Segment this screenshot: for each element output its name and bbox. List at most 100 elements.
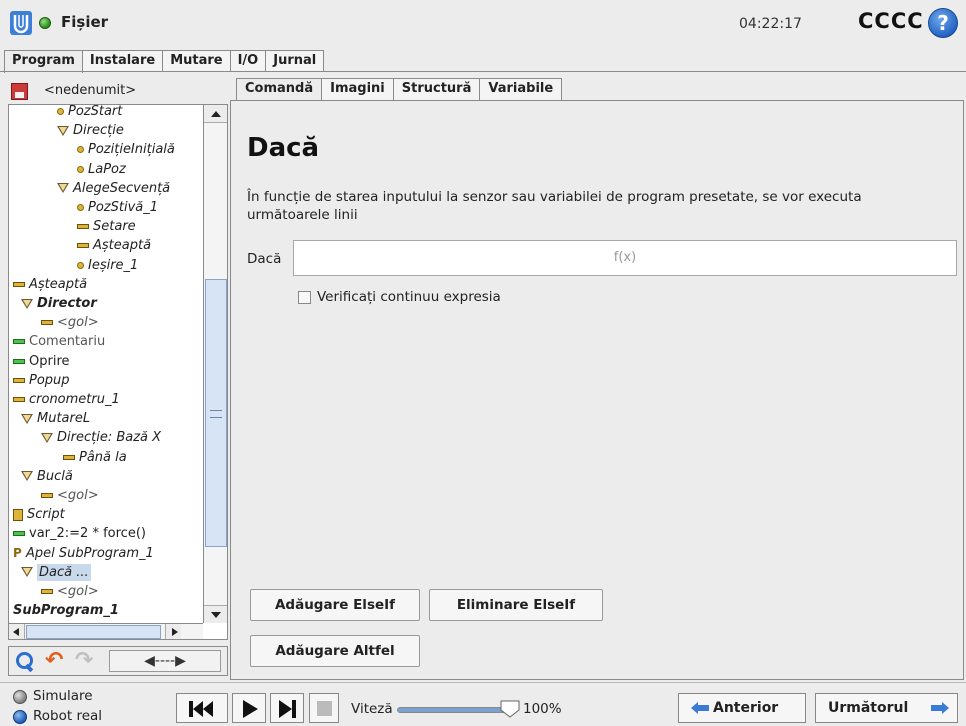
- tree-node[interactable]: AlegeSecvență: [57, 180, 170, 197]
- speed-label: Viteză: [351, 701, 393, 717]
- arrow-left-icon: [691, 702, 709, 714]
- tree-node[interactable]: Direcție: Bază X: [41, 429, 161, 446]
- tree-node[interactable]: Direcție: [57, 122, 124, 139]
- folder-icon: [21, 298, 33, 309]
- tree-node[interactable]: LaPoz: [77, 161, 126, 178]
- tab-structure[interactable]: Structură: [392, 78, 481, 100]
- speed-slider-handle[interactable]: [500, 700, 520, 718]
- tab-graphics[interactable]: Imagini: [321, 78, 394, 100]
- tree-node[interactable]: Popup: [13, 372, 70, 389]
- horizontal-scroll-thumb[interactable]: [26, 625, 161, 639]
- folder-icon: [57, 183, 69, 194]
- scroll-up-icon[interactable]: [204, 105, 227, 123]
- add-else-button[interactable]: Adăugare Altfel: [250, 635, 420, 667]
- previous-button[interactable]: Anterior: [678, 693, 806, 723]
- real-robot-label[interactable]: Robot real: [33, 708, 102, 724]
- folder-icon: [57, 125, 69, 136]
- file-menu[interactable]: Fișier: [61, 13, 108, 31]
- tree-node-label: Setare: [93, 219, 136, 235]
- scroll-down-icon[interactable]: [204, 605, 227, 623]
- tree-node-label: <gol>: [57, 315, 99, 331]
- command-description: În funcție de starea inputului la senzor…: [247, 189, 862, 223]
- stop-button[interactable]: [309, 693, 339, 723]
- tree-node[interactable]: SubProgram_1: [13, 602, 119, 619]
- rewind-button[interactable]: [176, 693, 228, 723]
- tab-installation[interactable]: Instalare: [81, 50, 164, 72]
- tree-node[interactable]: Script: [13, 506, 65, 523]
- tree-node[interactable]: <gol>: [41, 314, 99, 331]
- folder-icon: [41, 432, 53, 443]
- move-node-button[interactable]: ◀----▶: [109, 650, 221, 672]
- help-icon[interactable]: ?: [928, 8, 958, 38]
- previous-label: Anterior: [713, 700, 779, 716]
- tab-log[interactable]: Jurnal: [265, 50, 325, 72]
- tree-node[interactable]: Setare: [77, 218, 136, 235]
- command-icon: [63, 454, 75, 460]
- tree-node[interactable]: Ieșire_1: [77, 257, 138, 274]
- tree-node-label: LaPoz: [88, 161, 126, 177]
- tree-node[interactable]: PozStart: [57, 105, 122, 120]
- command-icon: [41, 493, 53, 498]
- tree-node-label: AlegeSecvență: [73, 180, 171, 196]
- command-icon: [13, 358, 25, 364]
- redo-icon[interactable]: ↷: [75, 650, 99, 674]
- tree-node-label: SubProgram_1: [13, 603, 119, 619]
- tree-node[interactable]: PozStivă_1: [77, 199, 158, 216]
- tree-node[interactable]: Oprire: [13, 353, 70, 370]
- tree-node[interactable]: <gol>: [41, 487, 99, 504]
- tree-horizontal-scrollbar[interactable]: [9, 623, 203, 639]
- add-elseif-button[interactable]: Adăugare ElseIf: [250, 589, 420, 621]
- command-icon: [13, 281, 25, 287]
- tree-node-label: PozStivă_1: [88, 200, 159, 215]
- real-robot-radio-icon[interactable]: [13, 710, 27, 724]
- subprogram-call-icon: P: [13, 546, 22, 561]
- program-tree[interactable]: PozStart Direcție PozițieInițială LaPoz Aleg…: [8, 104, 228, 640]
- universal-robots-logo: [10, 11, 32, 35]
- tree-node[interactable]: Dacă ...: [21, 563, 91, 581]
- tab-variables[interactable]: Variabile: [479, 78, 563, 100]
- next-button[interactable]: Următorul: [815, 693, 958, 723]
- tree-node[interactable]: cronometru_1: [13, 391, 120, 408]
- tree-node-label: <gol>: [57, 488, 99, 503]
- tree-node[interactable]: Așteaptă: [13, 276, 87, 293]
- continuous-check-label[interactable]: Verificați continuu expresia: [317, 289, 501, 305]
- command-icon: [13, 531, 25, 537]
- tree-node-label: Oprire: [29, 353, 70, 369]
- expression-field[interactable]: f(x): [293, 240, 957, 276]
- scroll-thumb[interactable]: [205, 279, 227, 547]
- tree-node-label: Script: [27, 507, 65, 523]
- tree-node[interactable]: Director: [21, 295, 97, 312]
- command-panel: Dacă În funcție de starea inputului la s…: [230, 100, 964, 680]
- tab-move[interactable]: Mutare: [162, 50, 231, 72]
- continuous-check-checkbox[interactable]: [298, 291, 311, 304]
- tree-node[interactable]: Până la: [63, 449, 127, 466]
- step-button[interactable]: [270, 693, 304, 723]
- tree-toolbar: ↶ ↷ ◀----▶: [8, 646, 228, 676]
- save-icon[interactable]: [11, 83, 28, 100]
- tree-node[interactable]: MutareL: [21, 410, 90, 427]
- sub-tabs: Comandă Imagini Structură Variabile: [236, 78, 563, 101]
- search-icon[interactable]: [13, 650, 37, 674]
- simulation-radio-icon[interactable]: [13, 690, 27, 704]
- tree-node[interactable]: Comentariu: [13, 333, 105, 350]
- tree-vertical-scrollbar[interactable]: [203, 105, 227, 623]
- tree-node[interactable]: Buclă: [21, 468, 73, 485]
- undo-icon[interactable]: ↶: [45, 650, 69, 674]
- tree-node[interactable]: <gol>: [41, 583, 99, 600]
- tree-node[interactable]: PozițieInițială: [77, 141, 175, 158]
- play-button[interactable]: [232, 693, 266, 723]
- tab-program[interactable]: Program: [4, 50, 83, 73]
- tree-node[interactable]: Așteaptă: [77, 237, 151, 254]
- tree-node[interactable]: P Apel SubProgram_1: [13, 545, 154, 562]
- tab-io[interactable]: I/O: [229, 50, 267, 72]
- scroll-right-icon[interactable]: [165, 624, 181, 639]
- tree-node-label: var_2:=2 * force(): [29, 526, 146, 542]
- tab-command[interactable]: Comandă: [236, 78, 323, 101]
- scroll-left-icon[interactable]: [9, 624, 25, 639]
- command-icon: [13, 339, 25, 345]
- remove-elseif-button[interactable]: Eliminare ElseIf: [429, 589, 603, 621]
- simulation-label[interactable]: Simulare: [33, 688, 93, 704]
- speed-slider[interactable]: [397, 707, 517, 713]
- tree-node[interactable]: var_2:=2 * force(): [13, 525, 146, 542]
- tree-node-label: Apel SubProgram_1: [26, 545, 154, 561]
